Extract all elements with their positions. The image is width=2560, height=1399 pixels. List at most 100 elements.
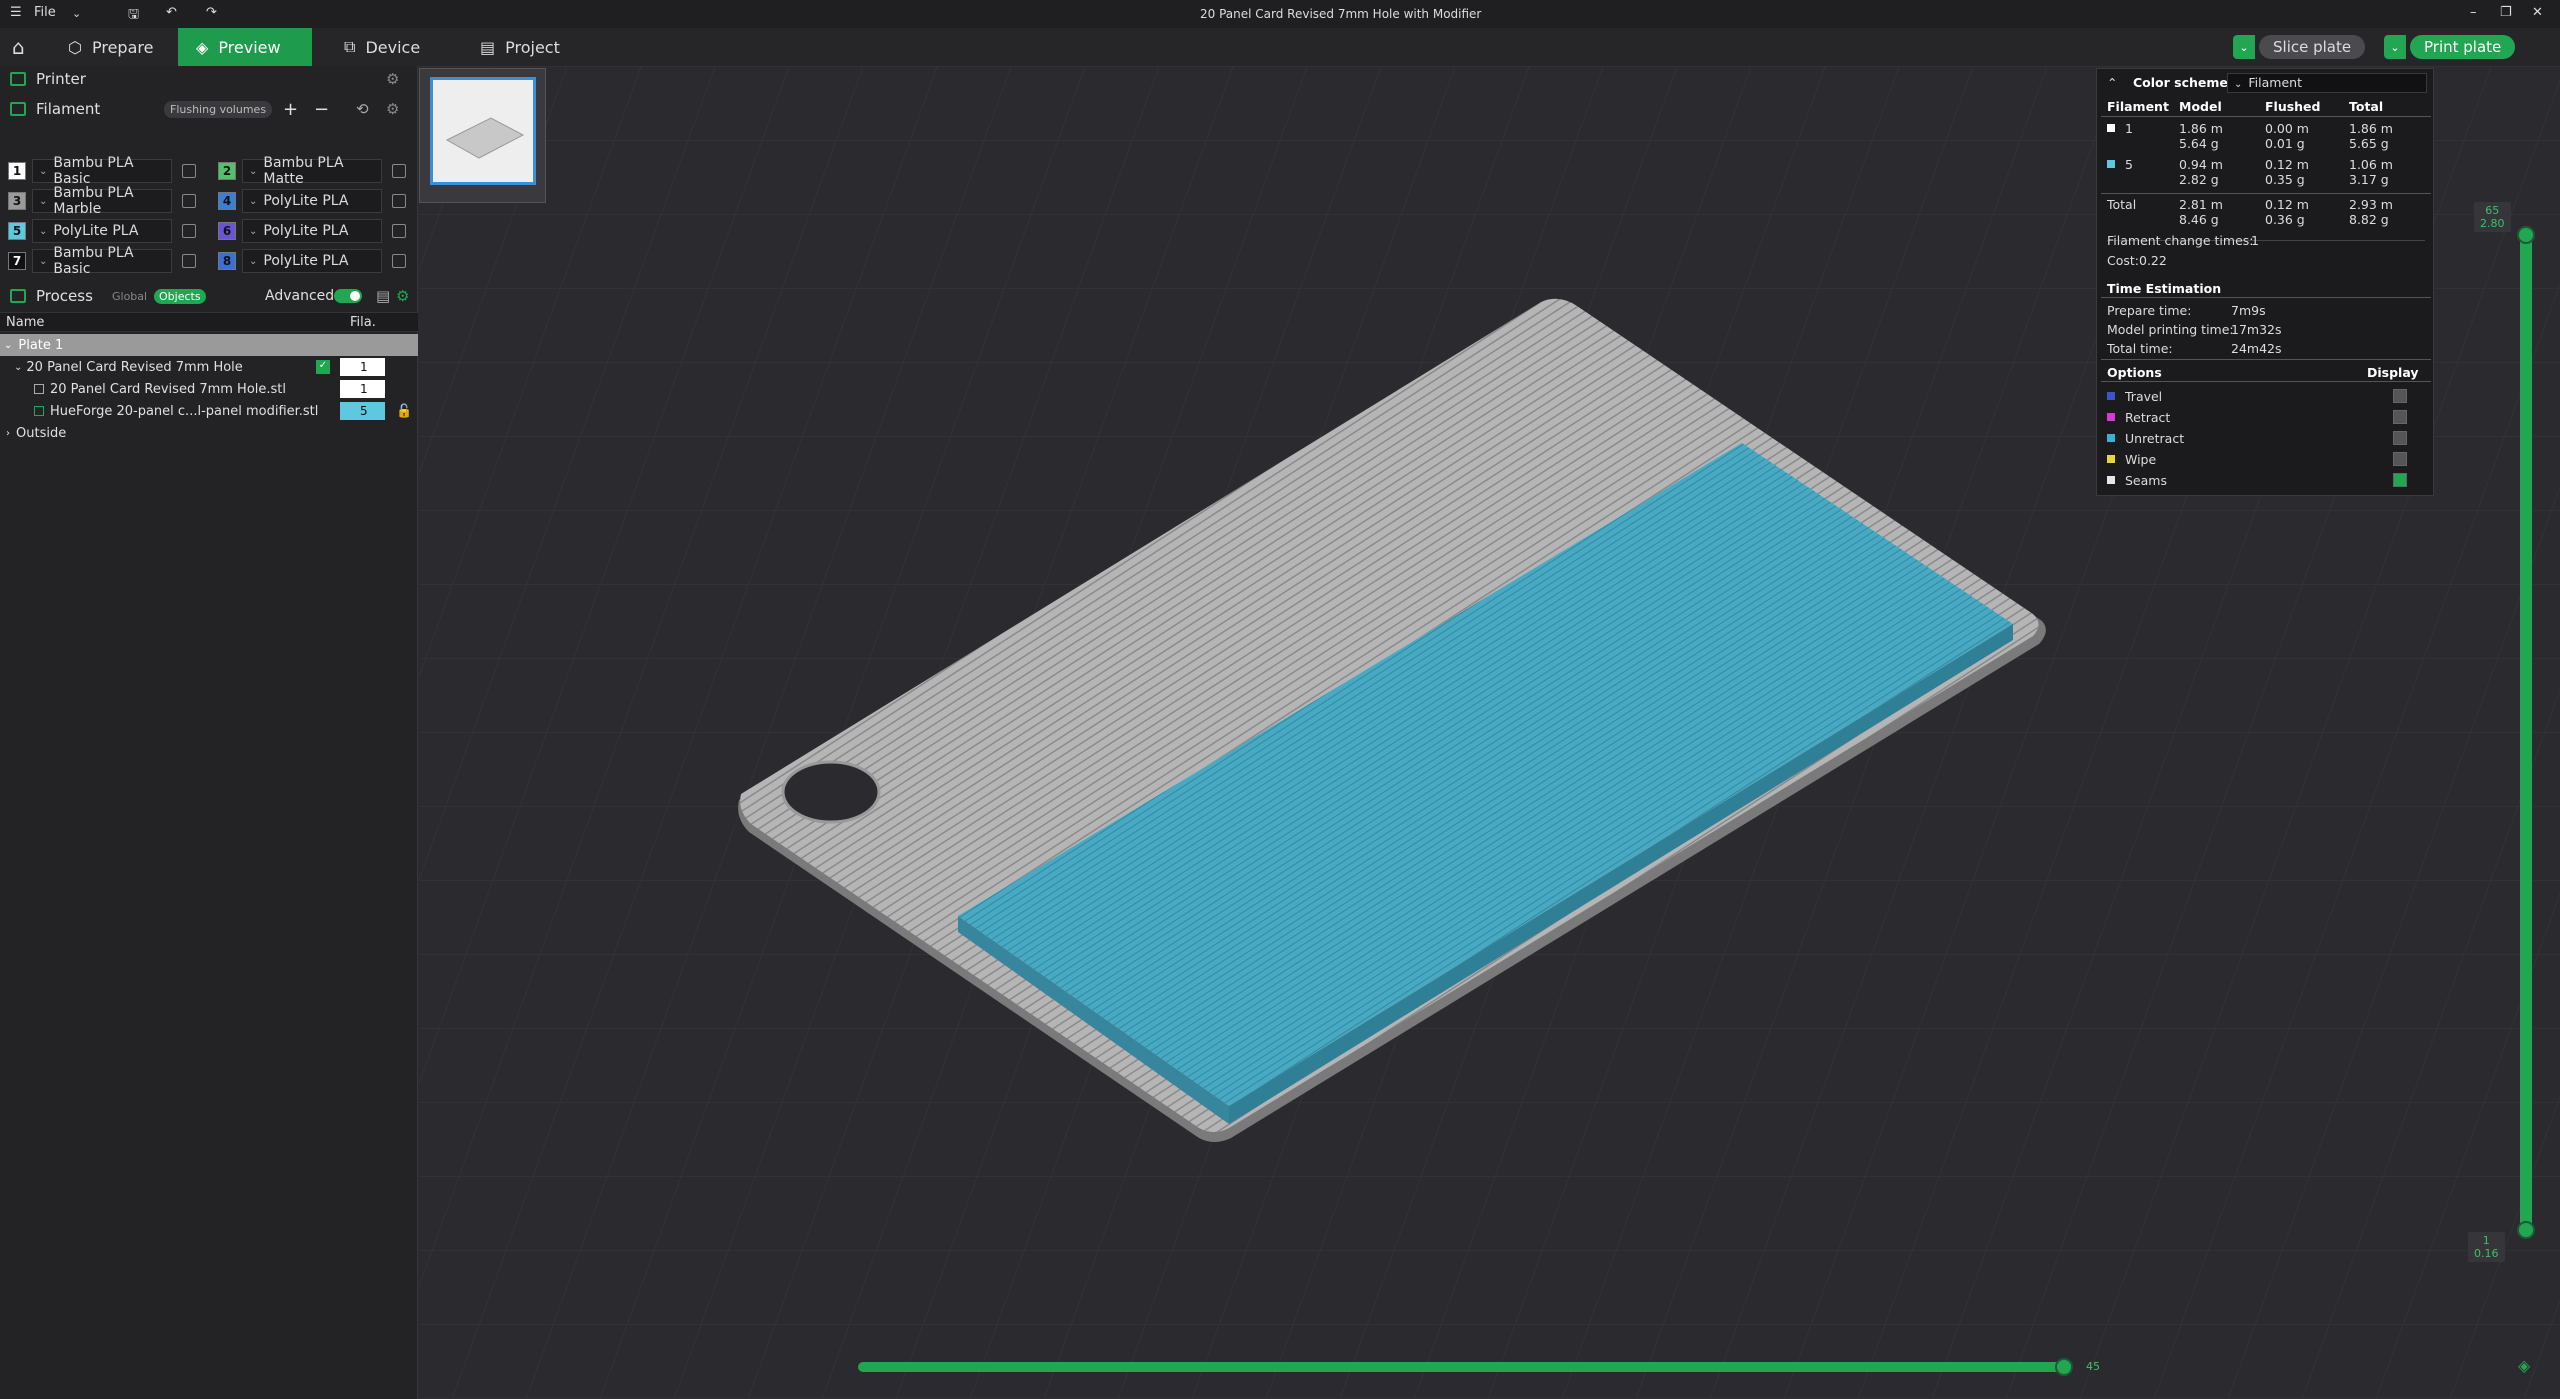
restore-icon[interactable]: ❐ [2500, 5, 2512, 20]
gear-icon[interactable]: ⚙ [386, 70, 399, 88]
filament-select[interactable]: ⌄ Bambu PLA Basic [32, 245, 172, 277]
object-row[interactable]: ⌄ 20 Panel Card Revised 7mm Hole ✓ 1 [0, 356, 418, 378]
edit-icon[interactable] [182, 194, 196, 208]
list-icon[interactable]: ▤ [376, 287, 390, 305]
layer-slider-bottom-handle[interactable] [2517, 1221, 2535, 1239]
edit-icon[interactable] [182, 254, 196, 268]
edit-icon[interactable] [182, 164, 196, 178]
plate-row[interactable]: ⌄ Plate 1 [0, 334, 418, 356]
option-display-checkbox[interactable] [2393, 473, 2407, 487]
edit-icon[interactable] [392, 164, 406, 178]
option-display-checkbox[interactable] [2393, 452, 2407, 466]
filament-number[interactable]: 6 [218, 222, 236, 240]
layer-slider-top-handle[interactable] [2517, 226, 2535, 244]
global-toggle[interactable]: Global [112, 290, 147, 303]
chevron-down-icon[interactable]: ⌄ [14, 362, 22, 373]
plate-thumbnail[interactable] [419, 68, 546, 203]
chevron-down-icon[interactable]: ⌄ [4, 340, 12, 351]
filament-slot[interactable]: 5 ⌄ PolyLite PLA [8, 219, 196, 243]
modifier-row[interactable]: HueForge 20-panel c...l-panel modifier.s… [0, 400, 418, 422]
minimize-icon[interactable]: – [2470, 5, 2477, 20]
layers-icon[interactable]: ◈ [2518, 1356, 2530, 1375]
chevron-down-icon[interactable]: ⌄ [2384, 35, 2406, 59]
tab-device[interactable]: ⧉ Device [326, 28, 438, 66]
home-button[interactable]: ⌂ [0, 28, 37, 66]
sync-icon[interactable]: ⟲ [356, 100, 369, 118]
checkbox-checked-icon[interactable]: ✓ [316, 360, 330, 374]
filament-select[interactable]: ⌄ PolyLite PLA [242, 249, 382, 273]
filament-select[interactable]: ⌄ PolyLite PLA [242, 189, 382, 213]
part-filament-field[interactable]: 1 [340, 380, 385, 398]
filament-number[interactable]: 7 [8, 252, 26, 270]
tab-project[interactable]: ▤ Project [462, 28, 578, 66]
print-plate-button[interactable]: ⌄ Print plate [2384, 35, 2516, 59]
outside-row[interactable]: › Outside [0, 422, 418, 444]
tree-icon[interactable]: ⚙ [396, 287, 409, 305]
filament-number[interactable]: 5 [8, 222, 26, 240]
redo-icon[interactable]: ↷ [206, 5, 217, 20]
filament-number[interactable]: 4 [218, 192, 236, 210]
filament-slot[interactable]: 7 ⌄ Bambu PLA Basic [8, 245, 196, 277]
advanced-toggle[interactable] [334, 289, 362, 303]
objects-toggle[interactable]: Objects [154, 288, 206, 304]
filament-select[interactable]: ⌄ Bambu PLA Matte [242, 155, 382, 187]
flushing-volumes-button[interactable]: Flushing volumes [164, 100, 273, 118]
close-icon[interactable]: ✕ [2532, 5, 2543, 20]
option-display-checkbox[interactable] [2393, 410, 2407, 424]
filament-number[interactable]: 3 [8, 192, 26, 210]
file-menu[interactable]: File [34, 5, 56, 20]
filament-slot[interactable]: 1 ⌄ Bambu PLA Basic [8, 155, 196, 187]
slice-plate-button[interactable]: ⌄ Slice plate [2233, 35, 2366, 59]
undo-icon[interactable]: ↶ [166, 5, 177, 20]
modifier-filament-field[interactable]: 5 [340, 402, 385, 420]
filament-number[interactable]: 8 [218, 252, 236, 270]
add-icon[interactable]: + [283, 99, 298, 120]
menu-icon[interactable]: ☰ [10, 5, 22, 20]
flushed-weight: 0.01 g [2265, 136, 2305, 151]
filament-select[interactable]: ⌄ PolyLite PLA [32, 219, 172, 243]
option-display-checkbox[interactable] [2393, 431, 2407, 445]
part-row[interactable]: 20 Panel Card Revised 7mm Hole.stl 1 [0, 378, 418, 400]
tab-preview[interactable]: ◈ Preview [178, 28, 312, 66]
move-slider-horizontal[interactable] [858, 1362, 2064, 1372]
filament-number[interactable]: 1 [8, 162, 26, 180]
color-scheme-select[interactable]: ⌄ Filament [2227, 73, 2427, 93]
gear-icon[interactable]: ⚙ [386, 100, 399, 118]
move-slider-value: 45 [2086, 1360, 2100, 1373]
filament-select[interactable]: ⌄ PolyLite PLA [242, 219, 382, 243]
edit-icon[interactable] [392, 254, 406, 268]
filament-name: PolyLite PLA [263, 193, 349, 209]
save-icon[interactable]: 🖫 [128, 5, 139, 27]
filament-slot[interactable]: 3 ⌄ Bambu PLA Marble [8, 185, 196, 217]
total-length: 1.06 m [2349, 157, 2393, 172]
collapse-icon[interactable]: ⌃ [2107, 75, 2117, 90]
filament-select[interactable]: ⌄ Bambu PLA Basic [32, 155, 172, 187]
layer-slider-vertical[interactable] [2520, 230, 2532, 1228]
filament-slot[interactable]: 4 ⌄ PolyLite PLA [218, 189, 406, 213]
chevron-right-icon[interactable]: › [6, 428, 10, 439]
chevron-down-icon[interactable]: ⌄ [2233, 35, 2255, 59]
option-display-checkbox[interactable] [2393, 389, 2407, 403]
total-weight: 3.17 g [2349, 172, 2389, 187]
filament-slot[interactable]: 8 ⌄ PolyLite PLA [218, 249, 406, 273]
edit-icon[interactable] [392, 194, 406, 208]
plate-thumbnail-image[interactable] [430, 77, 536, 185]
lock-icon[interactable]: 🔓 [396, 404, 412, 419]
edit-icon[interactable] [392, 224, 406, 238]
total-model-weight: 8.46 g [2179, 212, 2219, 227]
filament-slot[interactable]: 2 ⌄ Bambu PLA Matte [218, 155, 406, 187]
tab-project-label: Project [505, 37, 560, 57]
filament-select[interactable]: ⌄ Bambu PLA Marble [32, 185, 172, 217]
tab-prepare[interactable]: ⬡ Prepare [50, 28, 171, 66]
edit-icon[interactable] [182, 224, 196, 238]
filament-number[interactable]: 2 [218, 162, 236, 180]
chevron-down-icon[interactable]: ⌄ [72, 7, 81, 20]
filament-slot[interactable]: 6 ⌄ PolyLite PLA [218, 219, 406, 243]
outside-label: Outside [16, 425, 67, 441]
chevron-down-icon: ⌄ [39, 255, 48, 267]
object-filament-field[interactable]: 1 [340, 358, 385, 376]
move-slider-handle[interactable] [2055, 1358, 2073, 1376]
printer-section[interactable]: Printer ⚙ [0, 66, 418, 92]
filament-name: PolyLite PLA [263, 223, 349, 239]
remove-icon[interactable]: − [314, 99, 329, 120]
